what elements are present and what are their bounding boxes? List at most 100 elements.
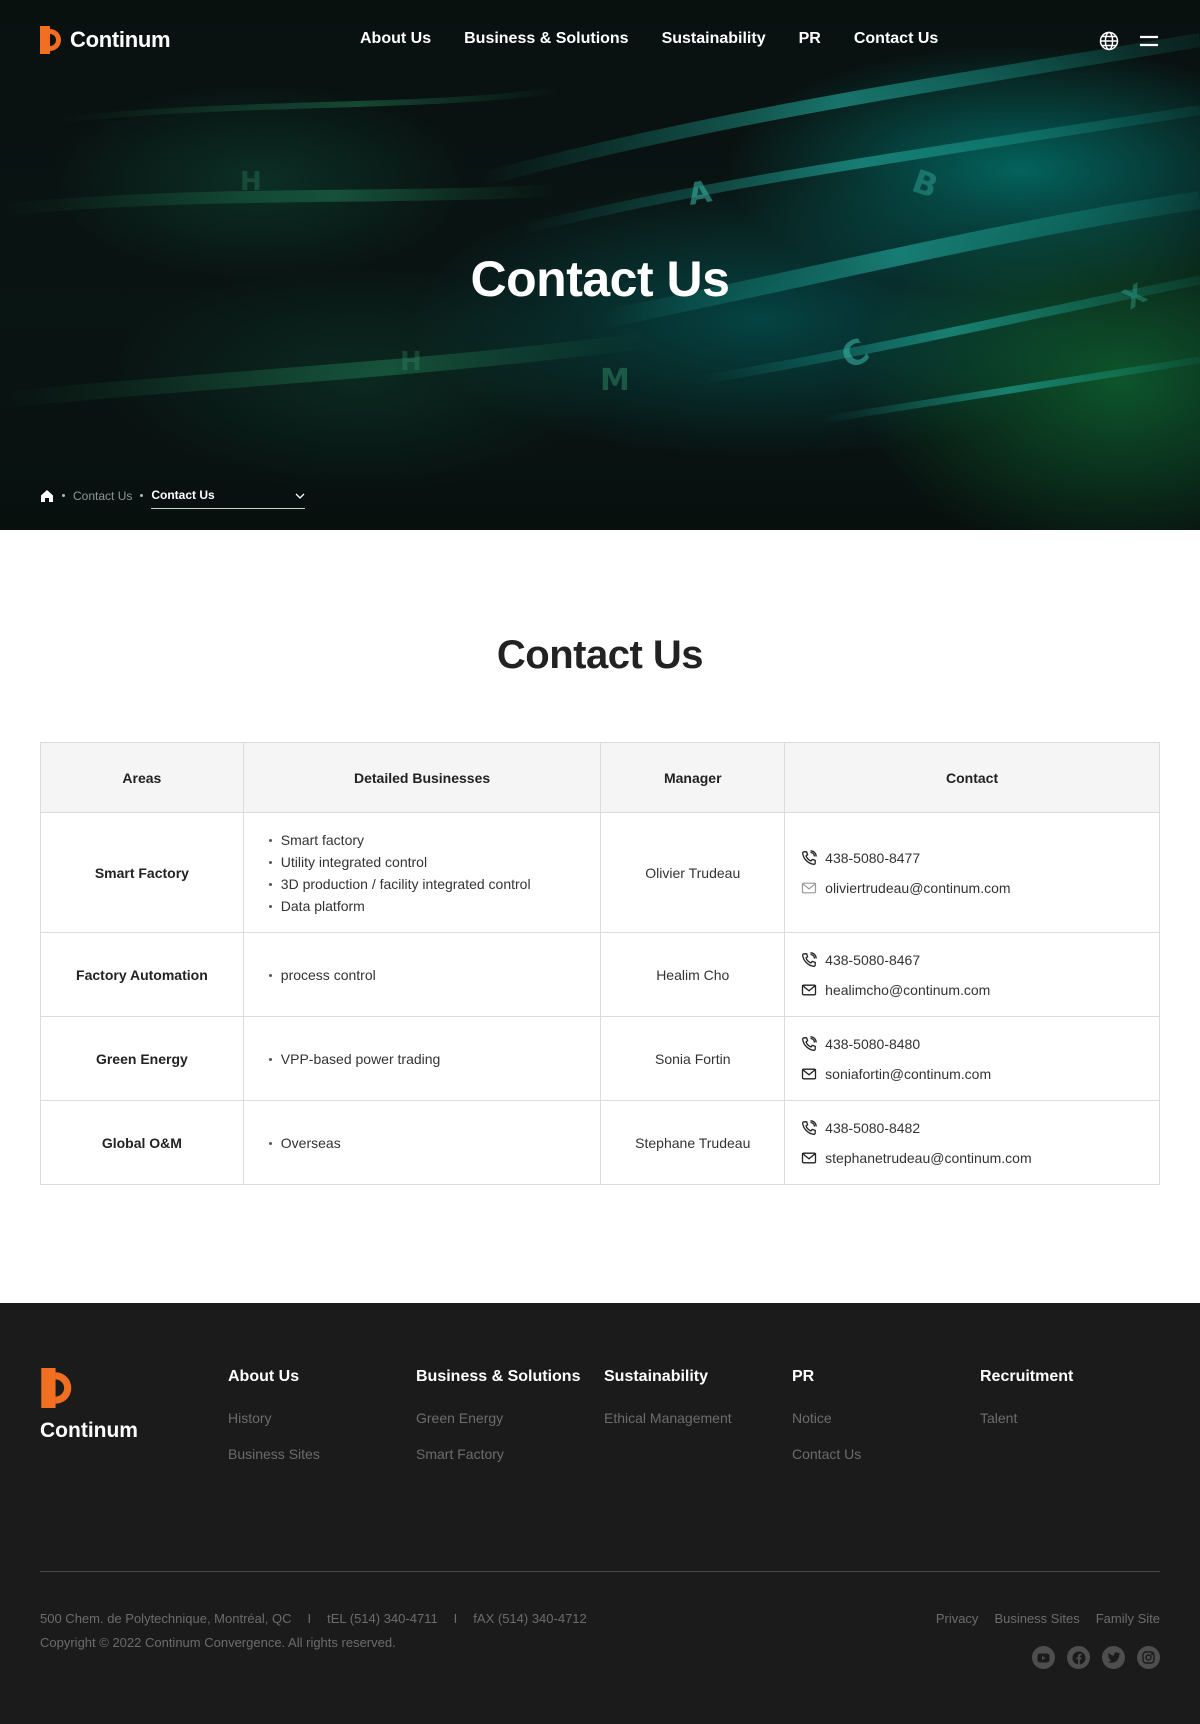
businesses-cell: Smart factory Utility integrated control…	[242, 812, 602, 933]
footer-separator: I	[307, 1611, 312, 1626]
email-address: stephanetrudeau@continum.com	[825, 1149, 1032, 1166]
phone-icon	[801, 1119, 818, 1136]
logo-mark-icon	[40, 1368, 138, 1413]
footer-link-green-energy[interactable]: Green Energy	[416, 1410, 604, 1426]
email-line[interactable]: soniafortin@continum.com	[801, 1059, 1143, 1089]
nav-business-solutions[interactable]: Business & Solutions	[464, 30, 628, 48]
footer-link-family-site[interactable]: Family Site	[1096, 1611, 1160, 1626]
email-line[interactable]: healimcho@continum.com	[801, 975, 1143, 1005]
manager-cell: Healim Cho	[600, 932, 786, 1017]
email-line[interactable]: oliviertrudeau@continum.com	[801, 873, 1143, 903]
manager-cell: Olivier Trudeau	[600, 812, 786, 933]
hero-title: Contact Us	[470, 251, 730, 307]
footer-fax: fAX (514) 340-4712	[473, 1611, 587, 1626]
header-areas: Areas	[40, 742, 244, 813]
footer-logo[interactable]: Continum	[40, 1368, 138, 1443]
email-address: oliviertrudeau@continum.com	[825, 879, 1011, 896]
footer-column-about: About Us History Business Sites	[228, 1368, 416, 1482]
phone-number: 438-5080-8467	[825, 951, 921, 968]
breadcrumb-separator	[140, 494, 144, 497]
footer-link-notice[interactable]: Notice	[792, 1410, 980, 1426]
phone-line[interactable]: 438-5080-8482	[801, 1113, 1143, 1143]
phone-icon	[801, 1035, 818, 1052]
brand-logo[interactable]: Continum	[40, 26, 171, 54]
main-menu: About Us Business & Solutions Sustainabi…	[360, 30, 938, 48]
phone-number: 438-5080-8477	[825, 849, 921, 866]
business-item: process control	[268, 964, 577, 986]
footer-tel: tEL (514) 340-4711	[327, 1611, 438, 1626]
site-footer: Continum About Us History Business Sites…	[0, 1303, 1200, 1724]
nav-contact-us[interactable]: Contact Us	[854, 30, 938, 48]
footer-link-ethical-management[interactable]: Ethical Management	[604, 1410, 792, 1426]
footer-address: 500 Chem. de Polytechnique, Montréal, QC	[40, 1611, 292, 1626]
twitter-icon[interactable]	[1102, 1646, 1125, 1669]
manager-cell: Sonia Fortin	[600, 1016, 786, 1101]
area-cell: Green Energy	[40, 1016, 244, 1101]
breadcrumb-parent[interactable]: Contact Us	[73, 489, 132, 503]
area-cell: Smart Factory	[40, 812, 244, 933]
businesses-cell: Overseas	[242, 1100, 602, 1185]
footer-link-business-sites-utility[interactable]: Business Sites	[994, 1611, 1079, 1626]
business-item: Data platform	[268, 895, 577, 917]
footer-column-pr: PR Notice Contact Us	[792, 1368, 980, 1482]
email-line[interactable]: stephanetrudeau@continum.com	[801, 1143, 1143, 1173]
footer-column-title[interactable]: Recruitment	[980, 1368, 1168, 1386]
table-header-row: Areas Detailed Businesses Manager Contac…	[40, 742, 1160, 813]
header-contact: Contact	[784, 742, 1160, 813]
breadcrumb-current-label: Contact Us	[151, 488, 215, 502]
footer-column-title[interactable]: Business & Solutions	[416, 1368, 604, 1386]
contact-cell: 438-5080-8467 healimcho@continum.com	[784, 932, 1160, 1017]
phone-line[interactable]: 438-5080-8477	[801, 843, 1143, 873]
businesses-cell: process control	[242, 932, 602, 1017]
footer-column-title[interactable]: About Us	[228, 1368, 416, 1386]
phone-line[interactable]: 438-5080-8480	[801, 1029, 1143, 1059]
footer-utility-links: Privacy Business Sites Family Site	[936, 1611, 1160, 1626]
header-manager: Manager	[600, 742, 786, 813]
top-navigation: Continum About Us Business & Solutions S…	[0, 0, 1200, 82]
nav-pr[interactable]: PR	[799, 30, 821, 48]
business-item: Overseas	[268, 1132, 577, 1154]
header-detailed-businesses: Detailed Businesses	[242, 742, 602, 813]
footer-link-business-sites[interactable]: Business Sites	[228, 1446, 416, 1462]
businesses-cell: VPP-based power trading	[242, 1016, 602, 1101]
instagram-icon[interactable]	[1137, 1646, 1160, 1669]
facebook-icon[interactable]	[1067, 1646, 1090, 1669]
footer-link-smart-factory[interactable]: Smart Factory	[416, 1446, 604, 1462]
footer-column-title[interactable]: Sustainability	[604, 1368, 792, 1386]
table-row: Factory Automation process control Heali…	[40, 932, 1160, 1017]
footer-logo-wordmark: Continum	[40, 1419, 138, 1442]
footer-sitemap: About Us History Business Sites Business…	[228, 1368, 1168, 1482]
mail-icon	[801, 880, 817, 896]
contact-cell: 438-5080-8480 soniafortin@continum.com	[784, 1016, 1160, 1101]
footer-link-contact-us[interactable]: Contact Us	[792, 1446, 980, 1462]
footer-company-info: 500 Chem. de Polytechnique, Montréal, QC…	[40, 1611, 587, 1650]
hamburger-icon[interactable]	[1138, 30, 1160, 52]
footer-column-title[interactable]: PR	[792, 1368, 980, 1386]
business-item: Smart factory	[268, 829, 577, 851]
phone-line[interactable]: 438-5080-8467	[801, 945, 1143, 975]
footer-link-history[interactable]: History	[228, 1410, 416, 1426]
contact-table: Areas Detailed Businesses Manager Contac…	[40, 742, 1160, 1185]
business-item: Utility integrated control	[268, 851, 577, 873]
footer-column-sustainability: Sustainability Ethical Management	[604, 1368, 792, 1482]
breadcrumb-current-select[interactable]: Contact Us	[151, 488, 306, 509]
globe-icon[interactable]	[1098, 30, 1120, 52]
mail-icon	[801, 982, 817, 998]
area-cell: Factory Automation	[40, 932, 244, 1017]
table-row: Green Energy VPP-based power trading Son…	[40, 1016, 1160, 1101]
contact-cell: 438-5080-8477 oliviertrudeau@continum.co…	[784, 812, 1160, 933]
mail-icon	[801, 1150, 817, 1166]
footer-link-privacy[interactable]: Privacy	[936, 1611, 979, 1626]
mail-icon	[801, 1066, 817, 1082]
nav-about-us[interactable]: About Us	[360, 30, 431, 48]
footer-link-talent[interactable]: Talent	[980, 1410, 1168, 1426]
footer-separator: I	[453, 1611, 458, 1626]
home-icon[interactable]	[40, 489, 54, 503]
business-item: 3D production / facility integrated cont…	[268, 873, 577, 895]
nav-sustainability[interactable]: Sustainability	[662, 30, 766, 48]
business-item: VPP-based power trading	[268, 1048, 577, 1070]
footer-column-business: Business & Solutions Green Energy Smart …	[416, 1368, 604, 1482]
nav-tools	[1098, 30, 1160, 52]
footer-divider	[40, 1571, 1160, 1572]
youtube-icon[interactable]	[1032, 1646, 1055, 1669]
